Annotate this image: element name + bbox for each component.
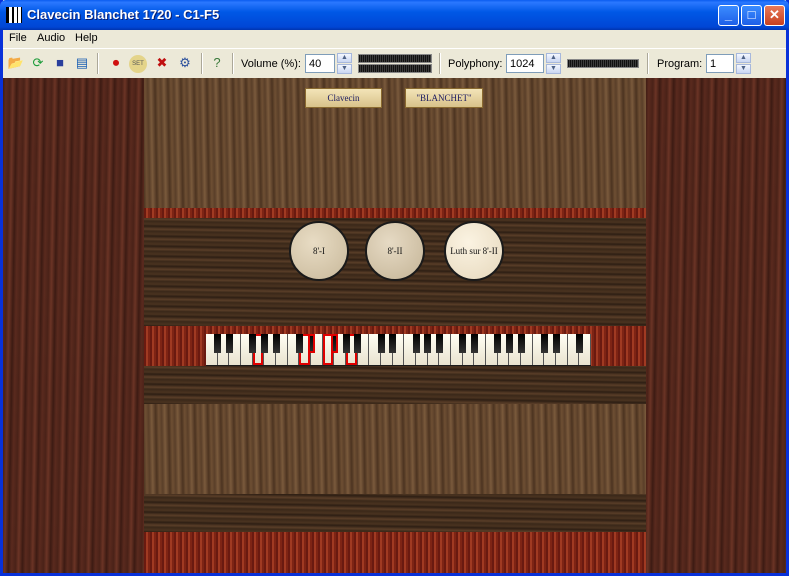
left-wood-panel (3, 78, 144, 573)
lower-wood-panel (144, 404, 646, 494)
black-key[interactable] (225, 334, 233, 353)
black-key[interactable] (517, 334, 525, 353)
program-spinner[interactable]: ▲ ▼ (736, 53, 751, 75)
volume-spinner[interactable]: ▲ ▼ (337, 53, 352, 75)
black-key[interactable] (552, 334, 560, 353)
black-key[interactable] (575, 334, 583, 353)
black-key[interactable] (342, 334, 350, 353)
app-window: Clavecin Blanchet 1720 - C1-F5 _ □ ✕ Fil… (0, 0, 789, 576)
black-key[interactable] (377, 334, 385, 353)
polyphony-spinner[interactable]: ▲ ▼ (546, 53, 561, 75)
key-rail (144, 366, 646, 404)
black-key[interactable] (412, 334, 420, 353)
black-key[interactable] (354, 334, 362, 353)
properties-icon[interactable]: ▤ (73, 54, 91, 72)
black-key[interactable] (330, 334, 338, 353)
top-wood-panel (144, 78, 646, 208)
save-icon[interactable]: ■ (51, 54, 69, 72)
keyboard (206, 334, 591, 366)
lower-rail (144, 494, 646, 532)
black-key[interactable] (307, 334, 315, 353)
program-input[interactable] (706, 54, 734, 73)
volume-meter-left (358, 54, 432, 63)
menu-help[interactable]: Help (75, 32, 98, 44)
stop-luth[interactable]: Luth sur 8'-II (444, 221, 504, 281)
toolbar: 📂 ⟳ ■ ▤ ⏺ SET ✖ ⚙ ? Volume (%): ▲▼ Polyp… (3, 48, 786, 79)
window-title: Clavecin Blanchet 1720 - C1-F5 (27, 7, 220, 22)
title-bar[interactable]: Clavecin Blanchet 1720 - C1-F5 _ □ ✕ (0, 0, 789, 30)
reload-icon[interactable]: ⟳ (29, 54, 47, 72)
volume-meter-right (358, 64, 432, 73)
record-icon[interactable]: ⏺ (107, 54, 125, 72)
black-key[interactable] (214, 334, 222, 353)
polyphony-label: Polyphony: (448, 58, 503, 70)
black-key[interactable] (424, 334, 432, 353)
black-key[interactable] (494, 334, 502, 353)
settings-icon[interactable]: ⚙ (176, 54, 194, 72)
black-key[interactable] (295, 334, 303, 353)
organ-panel: Clavecin "BLANCHET" 8'-I 8'-II Luth sur … (3, 78, 786, 573)
minimize-button[interactable]: _ (718, 5, 739, 26)
red-trim-lower (144, 532, 646, 573)
set-icon[interactable]: SET (129, 55, 147, 73)
black-key[interactable] (505, 334, 513, 353)
plaque-clavecin: Clavecin (305, 88, 382, 108)
black-key[interactable] (435, 334, 443, 353)
volume-input[interactable] (305, 54, 335, 73)
menu-file[interactable]: File (9, 32, 27, 44)
black-key[interactable] (540, 334, 548, 353)
menu-bar: File Audio Help (3, 30, 786, 47)
open-folder-icon[interactable]: 📂 (7, 54, 25, 72)
black-key[interactable] (272, 334, 280, 353)
black-key[interactable] (470, 334, 478, 353)
stop-8-II[interactable]: 8'-II (365, 221, 425, 281)
black-key[interactable] (389, 334, 397, 353)
black-key[interactable] (249, 334, 257, 353)
help-icon[interactable]: ? (208, 54, 226, 72)
panic-icon[interactable]: ✖ (153, 54, 171, 72)
red-trim-upper (144, 208, 646, 218)
polyphony-input[interactable] (506, 54, 544, 73)
piano-app-icon (6, 7, 22, 23)
black-key[interactable] (260, 334, 268, 353)
black-key[interactable] (459, 334, 467, 353)
maximize-button[interactable]: □ (741, 5, 762, 26)
program-label: Program: (657, 58, 703, 70)
close-button[interactable]: ✕ (764, 5, 785, 26)
plaque-blanchet: "BLANCHET" (405, 88, 483, 108)
stop-8-I[interactable]: 8'-I (289, 221, 349, 281)
menu-audio[interactable]: Audio (37, 32, 65, 44)
polyphony-meter (567, 59, 639, 68)
right-wood-panel (646, 78, 786, 573)
volume-label: Volume (%): (241, 58, 301, 70)
